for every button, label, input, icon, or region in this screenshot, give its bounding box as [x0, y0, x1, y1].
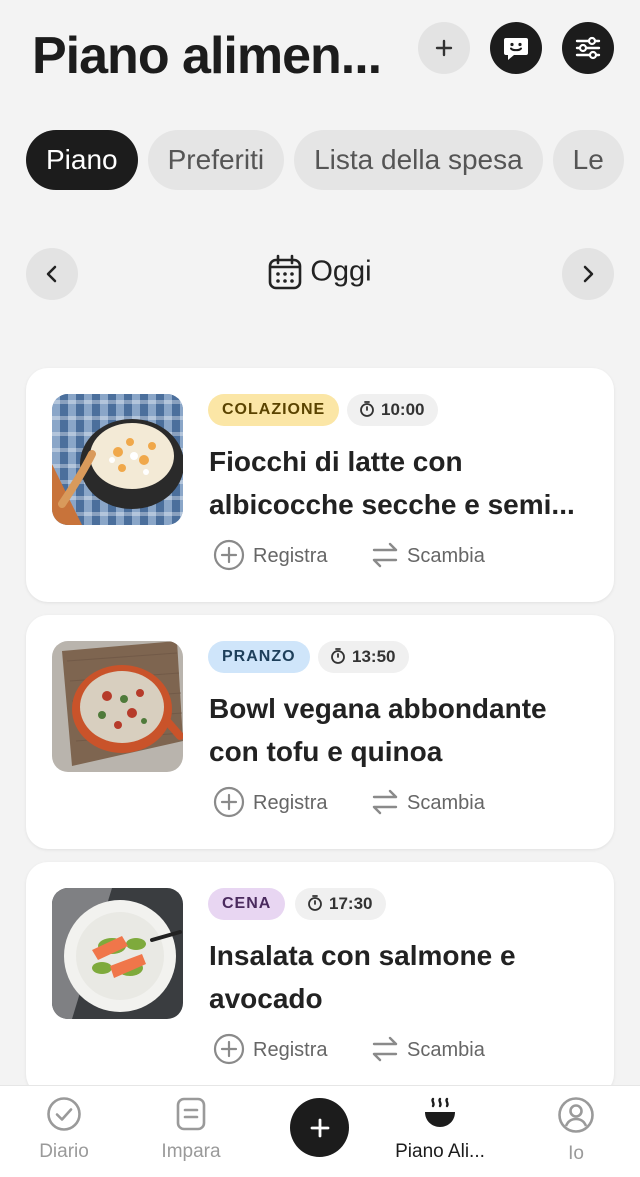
tab-preferiti[interactable]: Preferiti: [147, 130, 285, 190]
meal-actions: Registra Scambia: [213, 1032, 593, 1068]
tab-le[interactable]: Le: [552, 130, 624, 190]
meal-title: Insalata con salmone e avocado: [209, 934, 599, 1020]
date-label[interactable]: Oggi: [26, 254, 614, 290]
swap-label: Scambia: [407, 1039, 485, 1061]
nav-diario[interactable]: Diario: [4, 1096, 124, 1163]
bottom-navigation: Diario Impara Piano Ali... Io: [0, 1085, 640, 1177]
stopwatch-icon: [360, 401, 374, 417]
meal-card-colazione[interactable]: COLAZIONE 10:00 Fiocchi di latte con alb…: [26, 368, 614, 602]
meal-image: [52, 394, 183, 525]
swap-button[interactable]: Scambia: [371, 785, 485, 821]
register-label: Registra: [253, 545, 328, 567]
meal-title: Fiocchi di latte con albicocche secche e…: [209, 440, 599, 526]
meal-title-line: Fiocchi di latte con: [209, 446, 463, 477]
meal-card-pranzo[interactable]: PRANZO 13:50 Bowl vegana abbondante con …: [26, 615, 614, 849]
meal-title-line: con tofu e quinoa: [209, 736, 443, 767]
tab-bar: Piano Preferiti Lista della spesa Le: [26, 130, 634, 190]
settings-button[interactable]: [562, 22, 614, 74]
nav-label: Piano Ali...: [395, 1141, 485, 1162]
check-circle-icon: [47, 1097, 81, 1131]
register-button[interactable]: Registra: [213, 785, 327, 821]
meal-title-line: Bowl vegana abbondante: [209, 693, 547, 724]
meal-title-line: avocado: [209, 983, 323, 1014]
nav-impara[interactable]: Impara: [131, 1096, 251, 1163]
meal-actions: Registra Scambia: [213, 538, 593, 574]
swap-arrows-icon: [372, 1037, 398, 1062]
swap-arrows-icon: [372, 543, 398, 568]
plus-icon: [435, 39, 453, 57]
meal-time: 13:50: [318, 641, 410, 673]
stopwatch-icon: [308, 895, 322, 911]
meal-time-text: 13:50: [352, 647, 396, 666]
meal-badge: CENA: [208, 888, 286, 920]
calendar-icon: [269, 254, 302, 290]
add-button[interactable]: [418, 22, 470, 74]
meal-time-text: 10:00: [381, 400, 425, 419]
meal-image: [52, 641, 183, 772]
plus-circle-icon: [213, 1034, 245, 1065]
meal-time-text: 17:30: [329, 894, 373, 913]
meal-badge: COLAZIONE: [208, 394, 340, 426]
page-title: Piano alimen...: [32, 27, 382, 85]
user-circle-icon: [558, 1097, 594, 1133]
nav-label: Io: [568, 1143, 584, 1164]
meal-title: Bowl vegana abbondante con tofu e quinoa: [209, 687, 599, 773]
chat-smile-icon: [504, 38, 528, 60]
plus-icon: [310, 1118, 329, 1137]
bowl-steam-icon: [425, 1097, 455, 1127]
date-navigator: Oggi: [26, 248, 614, 300]
register-button[interactable]: Registra: [213, 538, 327, 574]
meal-title-line: albicocche secche e semi...: [209, 489, 575, 520]
nav-piano-alimentare[interactable]: Piano Ali...: [380, 1096, 500, 1163]
swap-label: Scambia: [407, 792, 485, 814]
plus-circle-icon: [213, 540, 245, 571]
nav-label: Impara: [161, 1141, 221, 1162]
register-button[interactable]: Registra: [213, 1032, 327, 1068]
swap-button[interactable]: Scambia: [371, 538, 485, 574]
meal-title-line: Insalata con salmone e: [209, 940, 516, 971]
header: Piano alimen...: [0, 0, 640, 110]
date-label-text: Oggi: [310, 255, 372, 288]
nav-label: Diario: [39, 1141, 89, 1162]
meal-badge: PRANZO: [208, 641, 310, 673]
swap-button[interactable]: Scambia: [371, 1032, 485, 1068]
stopwatch-icon: [331, 648, 345, 664]
register-label: Registra: [253, 1039, 328, 1061]
nav-add-button[interactable]: [290, 1098, 349, 1157]
next-day-button[interactable]: [562, 248, 614, 300]
chat-button[interactable]: [490, 22, 542, 74]
swap-arrows-icon: [372, 790, 398, 815]
tab-piano[interactable]: Piano: [26, 130, 138, 190]
meal-time: 17:30: [295, 888, 387, 920]
meal-image: [52, 888, 183, 1019]
swap-label: Scambia: [407, 545, 485, 567]
meal-time: 10:00: [347, 394, 439, 426]
sliders-icon: [575, 36, 601, 60]
document-icon: [176, 1097, 206, 1131]
plus-circle-icon: [213, 787, 245, 818]
meal-actions: Registra Scambia: [213, 785, 593, 821]
tab-lista-spesa[interactable]: Lista della spesa: [294, 130, 543, 190]
chevron-right-icon: [583, 265, 594, 283]
nav-io[interactable]: Io: [516, 1096, 636, 1165]
meal-card-cena[interactable]: CENA 17:30 Insalata con salmone e avocad…: [26, 862, 614, 1096]
register-label: Registra: [253, 792, 328, 814]
